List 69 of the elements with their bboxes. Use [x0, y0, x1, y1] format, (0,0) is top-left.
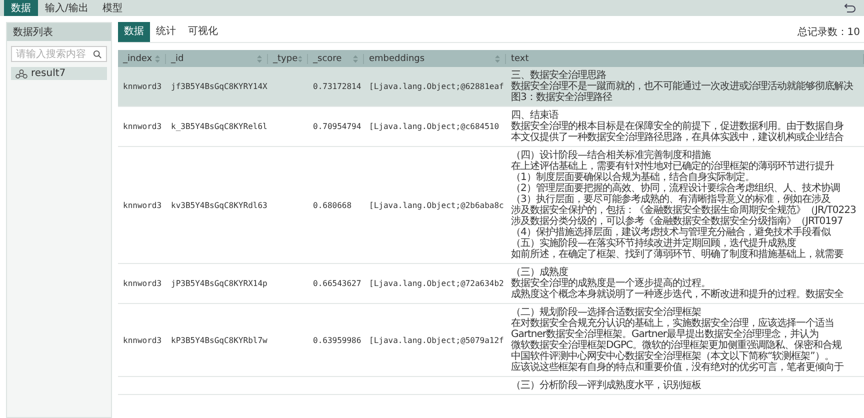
view-tab[interactable]: 统计: [150, 22, 182, 42]
text-line: 在上述评估基础上，需要有针对性地对已确定的治理框架的薄弱环节进行提升: [511, 161, 835, 172]
view-tab[interactable]: 可视化: [182, 22, 224, 42]
column-header[interactable]: _score: [308, 50, 364, 67]
table-cell: [Ljava.lang.Object;@72a634b2: [369, 279, 504, 288]
table-cell: k_3B5Y4BsGqC8KYRel6l: [171, 122, 268, 131]
table-cell: [Ljava.lang.Object;@2b6aba8c: [369, 200, 504, 210]
text-line: （2）管理层面要把握的高效、协同，流程设计要综合考虑组织、人、技术协调: [511, 183, 841, 194]
table-cell: knnword3: [123, 200, 162, 210]
text-line: 如前所述，在确定了框架、找到了薄弱环节、明确了制度和措施基础上，就需要: [511, 249, 844, 260]
text-line: 数据安全治理的根本目标是在保障安全的前提下，促进数据利用。由于数据自身: [511, 121, 844, 132]
text-line: 在对数据安全合规充分认识的基础上，实施数据安全治理，应该选择一个适当: [511, 318, 835, 329]
view-tab[interactable]: 数据: [118, 22, 150, 42]
text-line: 涉及数据分类分级的，可以参考《金融数据安全数据安全分级指南》（JRT0197: [511, 216, 844, 227]
text-line: 微软数据安全治理框架DGPC。微软的治理框架更加侧重强调隐私、保密和合规: [511, 340, 843, 351]
tree-item[interactable]: result7: [11, 67, 107, 80]
table-cell: kv3B5Y4BsGqC8KYRdl63: [171, 200, 268, 210]
text-line: （1）制度层面要确保以合规为基础，结合自身实际制定。: [511, 172, 754, 183]
text-line: 四、结束语: [511, 110, 560, 121]
column-header[interactable]: text: [506, 50, 864, 67]
search-icon: [93, 50, 102, 58]
table-cell: knnword3: [123, 336, 162, 344]
column-header[interactable]: embeddings: [364, 50, 506, 67]
undo-icon[interactable]: [844, 3, 856, 13]
column-header[interactable]: _index: [118, 50, 166, 67]
panel-title: 数据列表: [7, 23, 111, 41]
text-line: 中国软件评测中心网安中心数据安全治理框架（本文以下简称“软测框架”）。: [511, 351, 835, 362]
column-header[interactable]: _type: [268, 50, 308, 67]
text-line: 数据安全治理的成熟度是一个逐步提高的过程。: [511, 278, 710, 289]
text-line: 图3：数据安全治理路径: [511, 92, 614, 103]
text-line: （三）分析阶段—评判成熟度水平，识别短板: [511, 380, 702, 391]
sort-icon[interactable]: [298, 54, 302, 62]
text-line: （4）保护措施选择层面，建议考虑技术与管理充分融合，避免技术手段看似: [511, 227, 832, 238]
text-line: 成熟度这个概念本身就说明了一种逐步迭代，不断改进和提升的过程。数据安全: [511, 289, 844, 300]
cluster-icon: [15, 68, 28, 78]
table-cell: kP3B5Y4BsGqC8KYRbl7w: [171, 336, 268, 344]
table-cell: [Ljava.lang.Object;@62881eaf: [369, 82, 504, 91]
table-cell: [Ljava.lang.Object;@5079a12f: [369, 336, 504, 344]
sort-icon[interactable]: [495, 54, 500, 62]
sort-icon[interactable]: [257, 54, 262, 62]
menu-tab[interactable]: 模型: [95, 0, 130, 16]
table-cell: 0.63959986: [313, 336, 362, 344]
total-count: 总记录数：10: [797, 26, 860, 39]
table-cell: [Ljava.lang.Object;@c684510: [369, 122, 500, 131]
text-line: （五）实施阶段—在落实环节持续改进并定期回顾，迭代提升成熟度: [511, 238, 796, 249]
text-line: 应该说这些框架有自身的特点和重要价值，没有绝对的优劣可言，笔者更倾向于: [511, 362, 844, 373]
table-cell: knnword3: [123, 122, 162, 131]
table-cell: jP3B5Y4BsGqC8KYRX14p: [171, 279, 268, 288]
text-line: 涉及数据安全保护的，包括：《金融数据安全数据生命周期安全规范》（JR/T0223: [511, 205, 857, 216]
sort-icon[interactable]: [155, 54, 160, 62]
table-cell: knnword3: [123, 279, 162, 288]
text-line: 数据安全治理不是一蹴而就的，也不可能通过一次改进或治理活动就能够彻底解决: [511, 81, 854, 92]
sort-icon[interactable]: [353, 54, 358, 62]
table-cell: jf3B5Y4BsGqC8KYRY14X: [171, 82, 268, 91]
text-line: （三）成熟度: [511, 267, 569, 278]
text-line: Gartner数据安全治理框架。Gartner最早提出数据安全治理理念，并认为: [511, 329, 819, 340]
text-line: （二）规划阶段—选择合适数据安全治理框架: [511, 307, 702, 318]
table-cell: 0.680668: [313, 200, 352, 210]
table-cell: knnword3: [123, 82, 162, 91]
column-header[interactable]: _id: [166, 50, 268, 67]
text-line: （四）设计阶段—结合相关标准完善制度和措施: [511, 150, 712, 161]
text-line: 本文仅提供了一种数据安全治理路径思路，在具体实践中，建议机构或企业结合: [511, 132, 844, 143]
text-line: 三、数据安全治理思路: [511, 70, 606, 81]
menu-tab[interactable]: 输入/输出: [38, 0, 96, 16]
menu-tab[interactable]: 数据: [4, 0, 38, 16]
table-cell: 0.66543627: [313, 279, 362, 288]
table-cell: 0.70954794: [313, 122, 362, 131]
table-cell: 0.73172814: [313, 82, 362, 91]
text-line: （3）执行层面，要尽可能参考成熟的、有清晰指导意义的标准，例如在涉及: [511, 194, 832, 205]
